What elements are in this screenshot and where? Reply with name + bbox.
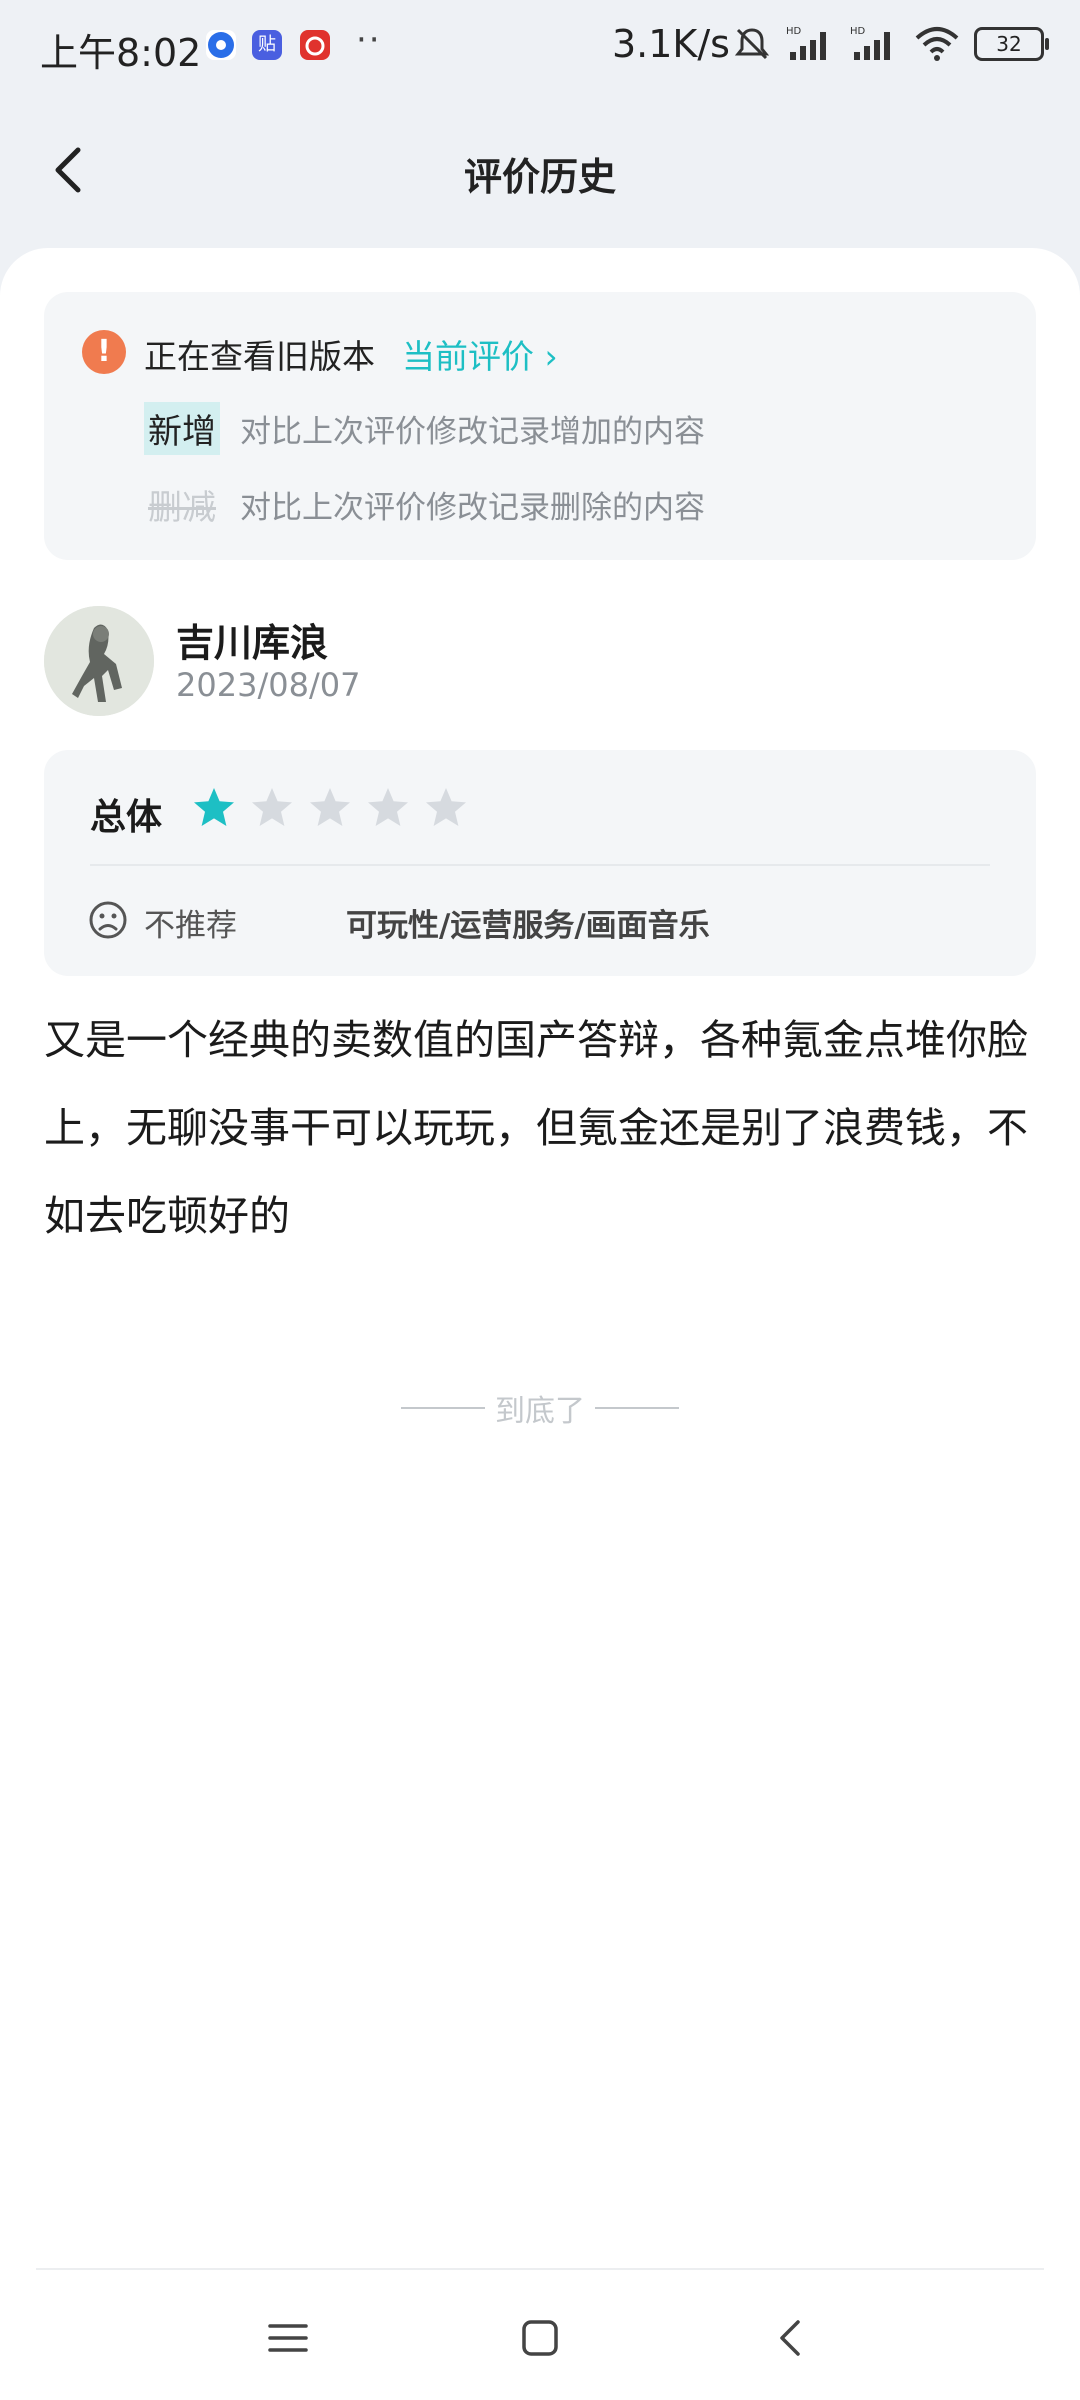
rating-label: 总体 [90, 797, 163, 838]
system-nav-bar [0, 2268, 1080, 2400]
status-icons: HD HD 32 [732, 24, 1049, 64]
legend-removed-tag: 删减 [148, 488, 216, 528]
sad-face-icon [89, 901, 127, 939]
end-line-right [595, 1407, 679, 1409]
status-time: 上午8:02 [40, 31, 202, 75]
wifi-icon [915, 27, 959, 61]
rating-box: 总体 不推荐 可玩性/运营服务/画面音乐 [44, 750, 1036, 976]
legend-added-row: 新增 对比上次评价修改记录增加的内容 [144, 402, 705, 455]
tieba-icon: 贴 [252, 30, 282, 60]
old-version-notice: ! 正在查看旧版本 当前评价 › 新增 对比上次评价修改记录增加的内容 删减 对… [44, 292, 1036, 560]
star-icon-4 [368, 788, 408, 826]
signal-icon-2: HD [850, 26, 890, 60]
star-icon-2 [252, 788, 292, 826]
reviewer-info: 吉川库浪 2023/08/07 [44, 606, 1036, 716]
home-icon[interactable] [510, 2308, 570, 2368]
nav-divider [36, 2268, 1044, 2270]
content-sheet: ! 正在查看旧版本 当前评价 › 新增 对比上次评价修改记录增加的内容 删减 对… [0, 248, 1080, 2400]
legend-removed-desc: 对比上次评价修改记录删除的内容 [240, 490, 705, 526]
divider [90, 864, 990, 866]
menu-icon[interactable] [258, 2308, 318, 2368]
warning-icon: ! [82, 330, 126, 374]
status-bar: 上午8:02 贴 ·· 3.1K/s HD HD 32 [0, 0, 1080, 100]
end-of-list: 到底了 [0, 1386, 1080, 1430]
end-text: 到底了 [495, 1394, 585, 1429]
mute-icon [734, 28, 770, 60]
star-rating [190, 784, 470, 832]
app-header: 评价历史 [0, 110, 1080, 230]
sentiment-text: 不推荐 [144, 908, 237, 944]
review-text: 又是一个经典的卖数值的国产答辩，各种氪金点堆你脸上，无聊没事干可以玩玩，但氪金还… [44, 1016, 1028, 1240]
star-icon-3 [310, 788, 350, 826]
star-icon-1 [194, 788, 234, 826]
page-title: 评价历史 [463, 155, 616, 199]
current-review-link[interactable]: 当前评价 › [402, 330, 558, 378]
battery-icon: 32 [974, 27, 1049, 61]
review-date: 2023/08/07 [176, 666, 361, 704]
nav-back-icon[interactable] [762, 2308, 822, 2368]
legend-removed-row: 删减 对比上次评价修改记录删除的内容 [144, 478, 705, 531]
avatar[interactable] [44, 606, 154, 716]
legend-added-desc: 对比上次评价修改记录增加的内容 [240, 414, 705, 450]
notice-text: 正在查看旧版本 [144, 337, 375, 376]
netease-music-icon [300, 30, 330, 60]
svg-text:HD: HD [850, 26, 866, 37]
rating-aspects: 可玩性/运营服务/画面音乐 [346, 908, 710, 944]
network-speed: 3.1K/s [612, 22, 730, 66]
reviewer-name: 吉川库浪 [176, 621, 329, 665]
end-line-left [401, 1407, 485, 1409]
more-notifications-icon: ·· [356, 20, 382, 60]
svg-text:HD: HD [786, 26, 802, 37]
star-icon-5 [426, 788, 466, 826]
signal-icon: HD [786, 26, 826, 60]
legend-added-tag: 新增 [144, 402, 220, 455]
app-notification-icon [206, 30, 236, 60]
